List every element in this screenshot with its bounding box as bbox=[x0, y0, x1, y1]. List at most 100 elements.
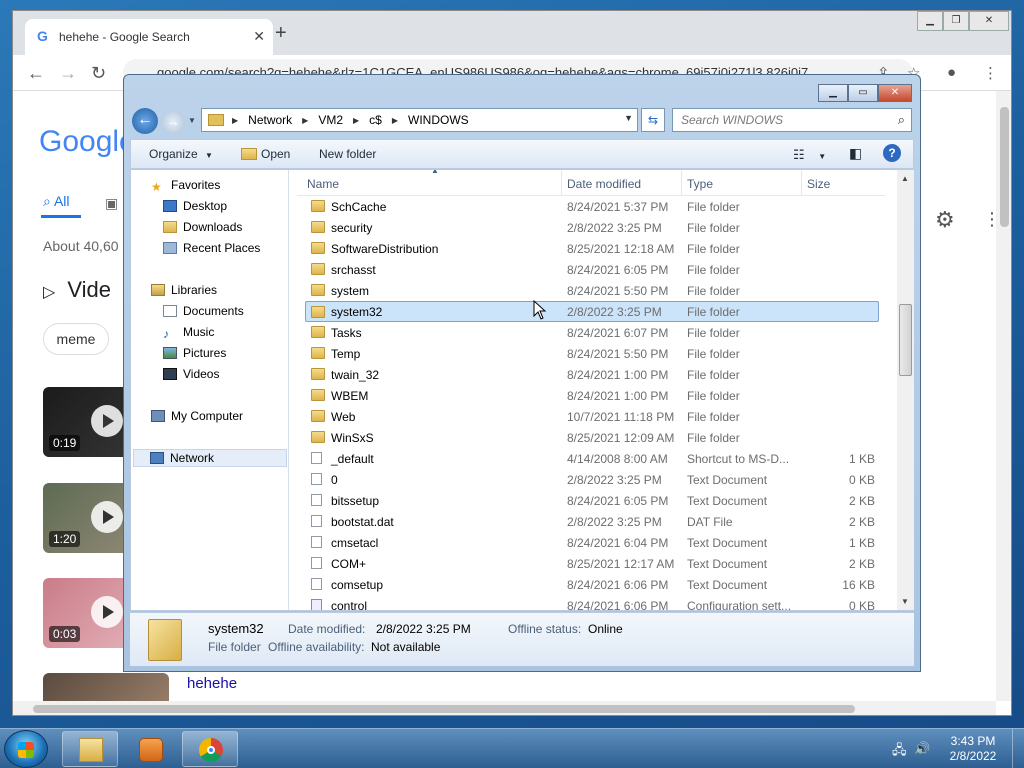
nav-documents[interactable]: Documents bbox=[163, 304, 244, 318]
network-tray-icon[interactable]: 🖧 bbox=[892, 741, 907, 763]
breadcrumb-separator-icon[interactable]: ▶ bbox=[353, 116, 359, 125]
table-row[interactable]: Tasks 8/24/2021 6:07 PM File folder bbox=[297, 322, 885, 343]
refresh-icon[interactable]: ⇆ bbox=[641, 108, 665, 132]
chip-meme[interactable]: meme bbox=[43, 323, 109, 355]
column-header-type[interactable]: Type bbox=[687, 177, 713, 191]
scroll-thumb[interactable] bbox=[1000, 107, 1009, 227]
nav-pictures[interactable]: Pictures bbox=[163, 346, 226, 360]
table-row[interactable]: comsetup 8/24/2021 6:06 PM Text Document 16… bbox=[297, 574, 885, 595]
reload-icon[interactable]: ↻ bbox=[91, 63, 106, 84]
back-arrow-icon[interactable]: ← bbox=[27, 63, 45, 84]
search-input[interactable]: Search WINDOWS ⌕ bbox=[672, 108, 912, 132]
chrome-menu-icon[interactable]: ⋮ bbox=[983, 64, 998, 82]
breadcrumb-windows[interactable]: WINDOWS bbox=[408, 113, 469, 127]
video-thumbnail-4[interactable] bbox=[43, 673, 169, 701]
table-row[interactable]: WinSxS 8/25/2021 12:09 AM File folder bbox=[297, 427, 885, 448]
table-row[interactable]: SoftwareDistribution 8/25/2021 12:18 AM Fi… bbox=[297, 238, 885, 259]
volume-icon[interactable]: 🔊 bbox=[914, 741, 930, 757]
nav-favorites[interactable]: ★ Favorites bbox=[151, 178, 220, 194]
details-pane: system32 Date modified: 2/8/2022 3:25 PM… bbox=[130, 612, 914, 666]
column-header-size[interactable]: Size bbox=[807, 177, 830, 191]
breadcrumb-c[interactable]: c$ bbox=[369, 113, 382, 127]
forward-arrow-icon[interactable]: → bbox=[59, 63, 77, 84]
table-row[interactable]: bitssetup 8/24/2021 6:05 PM Text Document 2… bbox=[297, 490, 885, 511]
table-row[interactable]: srchasst 8/24/2021 6:05 PM File folder bbox=[297, 259, 885, 280]
settings-gear-icon[interactable]: ⚙ bbox=[935, 207, 955, 233]
scroll-down-arrow-icon[interactable]: ▼ bbox=[901, 597, 909, 606]
column-header-name[interactable]: Name bbox=[307, 177, 339, 191]
start-button[interactable] bbox=[4, 730, 48, 768]
table-row[interactable]: control 8/24/2021 6:06 PM Configuration se… bbox=[297, 595, 885, 610]
nav-my-computer[interactable]: My Computer bbox=[151, 409, 243, 423]
page-horizontal-scrollbar[interactable] bbox=[13, 701, 996, 715]
images-tab-icon[interactable]: ▣ bbox=[105, 195, 118, 212]
google-logo[interactable]: Google bbox=[39, 125, 136, 159]
table-row[interactable]: 0 2/8/2022 3:25 PM Text Document 0 KB bbox=[297, 469, 885, 490]
video-result-link[interactable]: hehehe bbox=[187, 675, 237, 692]
history-dropdown-icon[interactable]: ▼ bbox=[188, 116, 196, 125]
nav-videos[interactable]: Videos bbox=[163, 367, 219, 381]
column-divider[interactable] bbox=[681, 170, 682, 196]
address-bar[interactable]: ▶ Network ▶ VM2 ▶ c$ ▶ WINDOWS ▼ bbox=[201, 108, 638, 132]
table-row[interactable]: system32 2/8/2022 3:25 PM File folder bbox=[305, 301, 879, 322]
organize-button[interactable]: Organize ▼ bbox=[149, 147, 213, 161]
table-row[interactable]: SchCache 8/24/2021 5:37 PM File folder bbox=[297, 196, 885, 217]
table-row[interactable]: cmsetacl 8/24/2021 6:04 PM Text Document 1 … bbox=[297, 532, 885, 553]
chevron-down-icon[interactable]: ▼ bbox=[624, 113, 633, 123]
show-desktop-button[interactable] bbox=[1012, 729, 1024, 768]
column-divider[interactable] bbox=[801, 170, 802, 196]
chrome-minimize-button[interactable]: ▁ bbox=[917, 11, 943, 31]
file-list-scrollbar[interactable]: ▲ ▼ bbox=[897, 170, 914, 610]
table-row[interactable]: Temp 8/24/2021 5:50 PM File folder bbox=[297, 343, 885, 364]
breadcrumb-separator-icon[interactable]: ▶ bbox=[392, 116, 398, 125]
browser-tab[interactable]: G hehehe - Google Search ✕ bbox=[25, 19, 273, 55]
table-row[interactable]: security 2/8/2022 3:25 PM File folder bbox=[297, 217, 885, 238]
new-folder-button[interactable]: New folder bbox=[319, 147, 376, 161]
nav-downloads[interactable]: Downloads bbox=[163, 220, 242, 234]
table-row[interactable]: Web 10/7/2021 11:18 PM File folder bbox=[297, 406, 885, 427]
profile-avatar-icon[interactable]: ● bbox=[947, 64, 956, 81]
page-vertical-scrollbar[interactable] bbox=[996, 91, 1011, 701]
more-options-icon[interactable]: ⋮ bbox=[983, 209, 996, 230]
column-divider[interactable] bbox=[561, 170, 562, 196]
table-row[interactable]: COM+ 8/25/2021 12:17 AM Text Document 2 KB bbox=[297, 553, 885, 574]
taskbar-media-player-button[interactable] bbox=[122, 731, 178, 767]
taskbar-explorer-button[interactable] bbox=[62, 731, 118, 767]
taskbar-chrome-button[interactable] bbox=[182, 731, 238, 767]
breadcrumb-vm2[interactable]: VM2 bbox=[318, 113, 343, 127]
details-avail-value: Not available bbox=[371, 640, 441, 654]
forward-button[interactable]: → bbox=[161, 110, 185, 134]
nav-desktop[interactable]: Desktop bbox=[163, 199, 227, 213]
nav-network[interactable]: Network bbox=[133, 449, 287, 467]
preview-pane-icon[interactable]: ◧ bbox=[849, 145, 862, 162]
help-icon[interactable]: ? bbox=[883, 144, 901, 162]
system-clock[interactable]: 3:43 PM 2/8/2022 bbox=[940, 734, 1006, 764]
scroll-up-arrow-icon[interactable]: ▲ bbox=[901, 174, 909, 183]
nav-libraries[interactable]: Libraries bbox=[151, 283, 217, 297]
table-row[interactable]: twain_32 8/24/2021 1:00 PM File folder bbox=[297, 364, 885, 385]
table-row[interactable]: system 8/24/2021 5:50 PM File folder bbox=[297, 280, 885, 301]
nav-recent-places[interactable]: Recent Places bbox=[163, 241, 260, 255]
scroll-thumb[interactable] bbox=[899, 304, 912, 376]
nav-music[interactable]: ♪ Music bbox=[163, 325, 214, 341]
back-button[interactable]: ← bbox=[132, 108, 158, 134]
tab-close-icon[interactable]: ✕ bbox=[253, 28, 265, 45]
nav-label: Downloads bbox=[183, 220, 243, 234]
open-button[interactable]: Open bbox=[241, 147, 290, 161]
scroll-thumb[interactable] bbox=[33, 705, 855, 713]
chrome-maximize-button[interactable]: ❐ bbox=[943, 11, 969, 31]
breadcrumb-separator-icon[interactable]: ▶ bbox=[302, 116, 308, 125]
minimize-button[interactable]: ▁ bbox=[818, 84, 848, 102]
table-row[interactable]: WBEM 8/24/2021 1:00 PM File folder bbox=[297, 385, 885, 406]
breadcrumb-network[interactable]: Network bbox=[248, 113, 292, 127]
new-tab-button[interactable]: + bbox=[275, 23, 287, 43]
close-button[interactable]: ✕ bbox=[878, 84, 912, 102]
maximize-button[interactable]: ▭ bbox=[848, 84, 878, 102]
view-options-icon[interactable]: ☷ ▼ bbox=[793, 147, 826, 163]
search-tab-all[interactable]: ⌕ All bbox=[43, 193, 70, 210]
chrome-close-button[interactable]: ✕ bbox=[969, 11, 1009, 31]
breadcrumb-separator-icon[interactable]: ▶ bbox=[232, 116, 238, 125]
column-header-date[interactable]: Date modified bbox=[567, 177, 641, 191]
table-row[interactable]: bootstat.dat 2/8/2022 3:25 PM DAT File 2 KB bbox=[297, 511, 885, 532]
table-row[interactable]: _default 4/14/2008 8:00 AM Shortcut to MS-… bbox=[297, 448, 885, 469]
